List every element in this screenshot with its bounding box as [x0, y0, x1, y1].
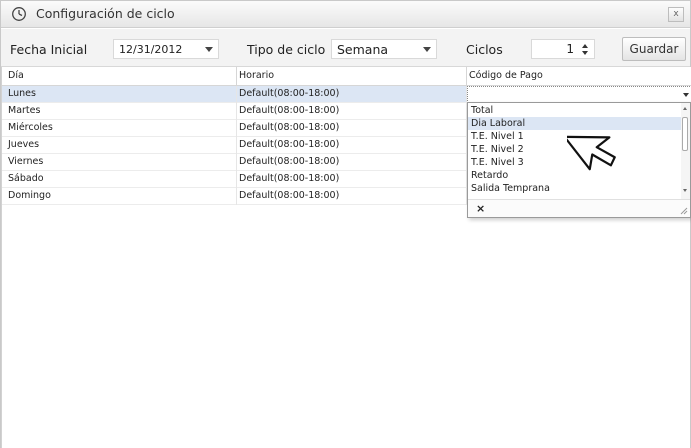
cell-schedule[interactable]: Default(08:00-18:00): [239, 156, 339, 167]
column-divider: [236, 188, 237, 205]
column-divider: [236, 103, 237, 120]
clock-icon: [12, 7, 26, 21]
close-icon: x: [673, 9, 679, 19]
column-divider[interactable]: [236, 67, 237, 86]
column-header-pay-code[interactable]: Código de Pago: [469, 70, 543, 81]
column-divider[interactable]: [466, 67, 467, 86]
column-divider: [236, 120, 237, 137]
cycles-value: 1: [566, 42, 574, 56]
cycle-type-select[interactable]: Semana: [331, 39, 437, 59]
column-divider: [236, 171, 237, 188]
chevron-down-icon[interactable]: [205, 47, 213, 52]
start-date-value: 12/31/2012: [119, 43, 183, 56]
title-bar: Configuración de ciclo x: [1, 1, 690, 28]
column-divider: [236, 154, 237, 171]
cycle-type-value: Semana: [337, 42, 389, 57]
cell-day: Miércoles: [8, 122, 53, 133]
cell-schedule[interactable]: Default(08:00-18:00): [239, 88, 339, 99]
cell-day: Lunes: [8, 88, 36, 99]
cell-day: Sábado: [8, 173, 44, 184]
cell-day: Jueves: [8, 139, 40, 150]
dropdown-option[interactable]: Total: [468, 104, 682, 117]
cell-day: Viernes: [8, 156, 44, 167]
scrollbar-thumb[interactable]: [682, 117, 688, 151]
dropdown-scrollbar[interactable]: [681, 103, 690, 199]
column-divider: [236, 137, 237, 154]
clear-icon[interactable]: ×: [476, 202, 485, 215]
spin-up-icon[interactable]: [582, 44, 588, 48]
window-title: Configuración de ciclo: [36, 6, 175, 21]
scroll-down-icon[interactable]: [683, 189, 687, 192]
grid-header: Día Horario Código de Pago: [2, 67, 691, 86]
cell-schedule[interactable]: Default(08:00-18:00): [239, 105, 339, 116]
dropdown-footer: ×: [468, 199, 690, 217]
scroll-up-icon[interactable]: [683, 107, 687, 110]
close-button[interactable]: x: [668, 7, 684, 22]
cycle-config-window: Configuración de ciclo x Fecha Inicial 1…: [0, 0, 691, 448]
cell-day: Martes: [8, 105, 41, 116]
cell-schedule[interactable]: Default(08:00-18:00): [239, 190, 339, 201]
column-header-schedule[interactable]: Horario: [239, 70, 274, 81]
pay-code-editor[interactable]: [467, 86, 691, 103]
toolbar: Fecha Inicial 12/31/2012 Tipo de ciclo S…: [1, 29, 690, 67]
dropdown-option[interactable]: Salida Temprana: [468, 182, 682, 195]
chevron-down-icon[interactable]: [683, 93, 689, 97]
cursor-arrow-icon: [567, 135, 616, 171]
cycle-type-label: Tipo de ciclo: [247, 42, 326, 57]
spin-down-icon[interactable]: [582, 51, 588, 55]
column-divider: [236, 86, 237, 103]
cell-schedule[interactable]: Default(08:00-18:00): [239, 173, 339, 184]
cycles-label: Ciclos: [466, 42, 503, 57]
column-header-day[interactable]: Día: [8, 70, 24, 81]
cell-schedule[interactable]: Default(08:00-18:00): [239, 139, 339, 150]
resize-grip-icon[interactable]: [680, 207, 688, 215]
start-date-label: Fecha Inicial: [10, 42, 88, 57]
chevron-down-icon[interactable]: [423, 47, 431, 52]
cell-day: Domingo: [8, 190, 51, 201]
cell-schedule[interactable]: Default(08:00-18:00): [239, 122, 339, 133]
cycles-spinner[interactable]: 1: [531, 39, 595, 59]
start-date-picker[interactable]: 12/31/2012: [113, 39, 219, 59]
save-button[interactable]: Guardar: [622, 37, 686, 61]
